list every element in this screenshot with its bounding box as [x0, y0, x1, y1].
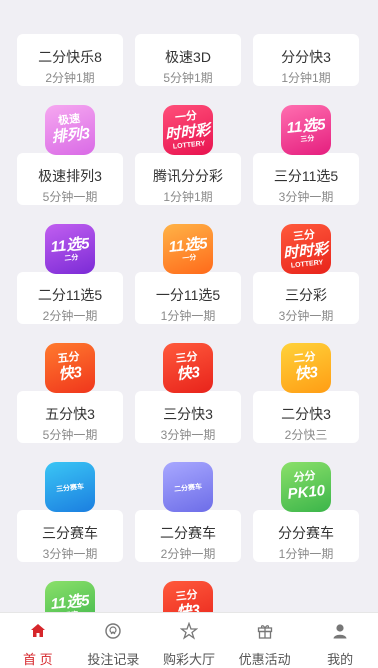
game-period: 2分钟1期 — [45, 71, 95, 85]
game-row: 二分快乐8 2分钟1期 极速3D 5分钟1期 分分快3 1分钟1期 — [0, 0, 378, 105]
game-tile[interactable]: 极速3D 5分钟1期 — [135, 0, 241, 105]
game-period: 1分钟1期 — [163, 190, 213, 204]
tab-label: 投注记录 — [87, 652, 140, 667]
icon-text: 快3 — [176, 363, 202, 384]
sanfen-kuai3-icon[interactable]: 三分 快3 — [163, 343, 213, 393]
icon-text: PK10 — [287, 482, 327, 503]
game-tile[interactable]: 二分赛车 二分赛车 2分钟一期 — [135, 462, 241, 581]
icon-text: 快3 — [58, 363, 84, 384]
game-name: 三分11选5 — [273, 168, 339, 184]
game-name: 一分11选5 — [155, 287, 221, 303]
tab-label: 首 页 — [22, 652, 53, 667]
game-list-viewport[interactable]: 二分快乐8 2分钟1期 极速3D 5分钟1期 分分快3 1分钟1期 极速 排列3 极速排列3 5分… — [0, 0, 378, 612]
icon-text: 11选5 — [285, 116, 326, 138]
game-row: 11选5 二分二分11选5 2分钟一期 11选5 一分一分11选5 1分钟一期 三分 时时彩 L… — [0, 224, 378, 343]
icon-text: 11选5 — [49, 235, 90, 257]
erfen-saiche-icon[interactable]: 二分赛车 — [163, 462, 213, 512]
game-name: 分分快3 — [281, 49, 331, 65]
tab-label: 我的 — [327, 652, 354, 667]
tab-label: 购彩大厅 — [162, 652, 215, 667]
game-period: 3分钟一期 — [278, 309, 334, 323]
game-tile[interactable]: 二分快乐8 2分钟1期 — [17, 0, 123, 105]
game-tile[interactable]: 一分 时时彩 LOTTERY 腾讯分分彩 1分钟1期 — [135, 105, 241, 224]
icon-text: 时时彩 — [164, 121, 212, 143]
game-name: 二分11选5 — [37, 287, 103, 303]
game-name: 二分赛车 — [160, 525, 216, 541]
sanfen-kuai3-icon[interactable]: 三分 快3 — [163, 581, 213, 612]
game-grid: 二分快乐8 2分钟1期 极速3D 5分钟1期 分分快3 1分钟1期 极速 排列3 极速排列3 5分… — [0, 0, 378, 612]
game-period: 3分钟一期 — [42, 547, 98, 561]
icon-text: 三分赛车 — [55, 483, 85, 493]
icon-text: 11选5 — [167, 235, 208, 257]
tab-bet-record[interactable]: 投注记录 — [76, 613, 152, 668]
fenfen-saiche-icon[interactable]: 分分 PK10 — [281, 462, 331, 512]
game-period: 2分钟一期 — [42, 309, 98, 323]
game-tile[interactable]: 三分 快3 三分快3 3分钟一期 — [135, 343, 241, 462]
tab-user[interactable]: 我的 — [302, 613, 378, 668]
game-period: 5分钟1期 — [163, 71, 213, 85]
game-tile[interactable]: 11选5 二分二分11选5 2分钟一期 — [17, 224, 123, 343]
game-period: 3分钟一期 — [160, 428, 216, 442]
game-row: 极速 排列3 极速排列3 5分钟一期 一分 时时彩 LOTTERY 腾讯分分彩 1分钟1期 11选… — [0, 105, 378, 224]
user-icon — [331, 622, 349, 640]
bet-record-icon — [104, 622, 122, 640]
game-name: 分分赛车 — [278, 525, 334, 541]
wufen-11xuan5-icon[interactable]: 11选5云南 — [45, 581, 95, 612]
sanfen-11xuan5-icon[interactable]: 11选5 三分 — [281, 105, 331, 155]
yifen-11xuan5-icon[interactable]: 11选5 一分 — [163, 224, 213, 274]
jisu-pailie3-icon[interactable]: 极速 排列3 — [45, 105, 95, 155]
game-period: 3分钟一期 — [278, 190, 334, 204]
game-tile[interactable]: 分分 PK10 分分赛车 1分钟一期 — [253, 462, 359, 581]
game-name: 二分快3 — [281, 406, 331, 422]
game-tile[interactable]: 三分快3三分快3 — [135, 581, 241, 612]
game-tile[interactable]: 三分 时时彩 LOTTERY 三分彩 3分钟一期 — [253, 224, 359, 343]
tengxun-shishicai-icon[interactable]: 一分 时时彩 LOTTERY — [163, 105, 213, 155]
game-name: 极速3D — [165, 49, 211, 65]
game-name: 腾讯分分彩 — [153, 168, 223, 184]
game-tile[interactable]: 二分 快3 二分快3 2分快三 — [253, 343, 359, 462]
game-period: 1分钟1期 — [281, 71, 331, 85]
game-name: 三分赛车 — [42, 525, 98, 541]
game-tile[interactable]: 五分 快3 五分快3 5分钟一期 — [17, 343, 123, 462]
icon-text: 快3 — [176, 601, 202, 612]
tab-label: 优惠活动 — [238, 652, 291, 667]
game-name: 三分彩 — [285, 287, 327, 303]
game-name: 极速排列3 — [38, 168, 102, 184]
game-row: 五分 快3 五分快3 5分钟一期 三分 快3 三分快3 3分钟一期 二分 快3 二分快3 2分快三 — [0, 343, 378, 462]
game-name: 五分快3 — [45, 406, 95, 422]
erfen-11xuan5-icon[interactable]: 11选5 二分 — [45, 224, 95, 274]
game-period: 1分钟一期 — [160, 309, 216, 323]
game-tile[interactable]: 极速 排列3 极速排列3 5分钟一期 — [17, 105, 123, 224]
icon-text: 二分赛车 — [173, 483, 203, 493]
lottery-hall-icon — [179, 621, 199, 640]
wufen-kuai3-icon[interactable]: 五分 快3 — [45, 343, 95, 393]
icon-text: 快3 — [294, 363, 320, 384]
game-name: 三分快3 — [163, 406, 213, 422]
icon-text: 时时彩 — [282, 240, 330, 262]
sanfen-shishicai-icon[interactable]: 三分 时时彩 LOTTERY — [281, 224, 331, 274]
game-period: 5分钟一期 — [42, 190, 98, 204]
gift-icon — [256, 622, 274, 640]
game-tile[interactable]: 11选5 一分一分11选5 1分钟一期 — [135, 224, 241, 343]
bottom-tab-bar: 首 页 投注记录 购彩大厅 优惠活动 我的 — [0, 612, 378, 668]
tab-lottery-hall[interactable]: 购彩大厅 — [151, 613, 227, 668]
tab-home[interactable]: 首 页 — [0, 613, 76, 668]
game-tile[interactable]: 分分快3 1分钟1期 — [253, 0, 359, 105]
home-icon — [29, 622, 47, 640]
erfen-kuai3-icon[interactable]: 二分 快3 — [281, 343, 331, 393]
game-tile[interactable]: 11选5 三分三分11选5 3分钟一期 — [253, 105, 359, 224]
tab-gift[interactable]: 优惠活动 — [227, 613, 303, 668]
icon-text: 排列3 — [50, 125, 91, 146]
sanfen-saiche-icon[interactable]: 三分赛车 — [45, 462, 95, 512]
game-row: 三分赛车 三分赛车 3分钟一期 二分赛车 二分赛车 2分钟一期 分分 PK10 分分赛车 1分钟一… — [0, 462, 378, 581]
game-period: 2分钟一期 — [160, 547, 216, 561]
game-tile[interactable]: 11选5云南五分11选5 — [17, 581, 123, 612]
game-period: 1分钟一期 — [278, 547, 334, 561]
icon-text: 11选5 — [49, 592, 90, 612]
game-period: 5分钟一期 — [42, 428, 98, 442]
game-period: 2分快三 — [284, 428, 328, 442]
game-row: 11选5云南五分11选5 三分快3三分快3 — [0, 581, 378, 612]
game-tile[interactable]: 三分赛车 三分赛车 3分钟一期 — [17, 462, 123, 581]
game-name: 二分快乐8 — [38, 49, 102, 65]
